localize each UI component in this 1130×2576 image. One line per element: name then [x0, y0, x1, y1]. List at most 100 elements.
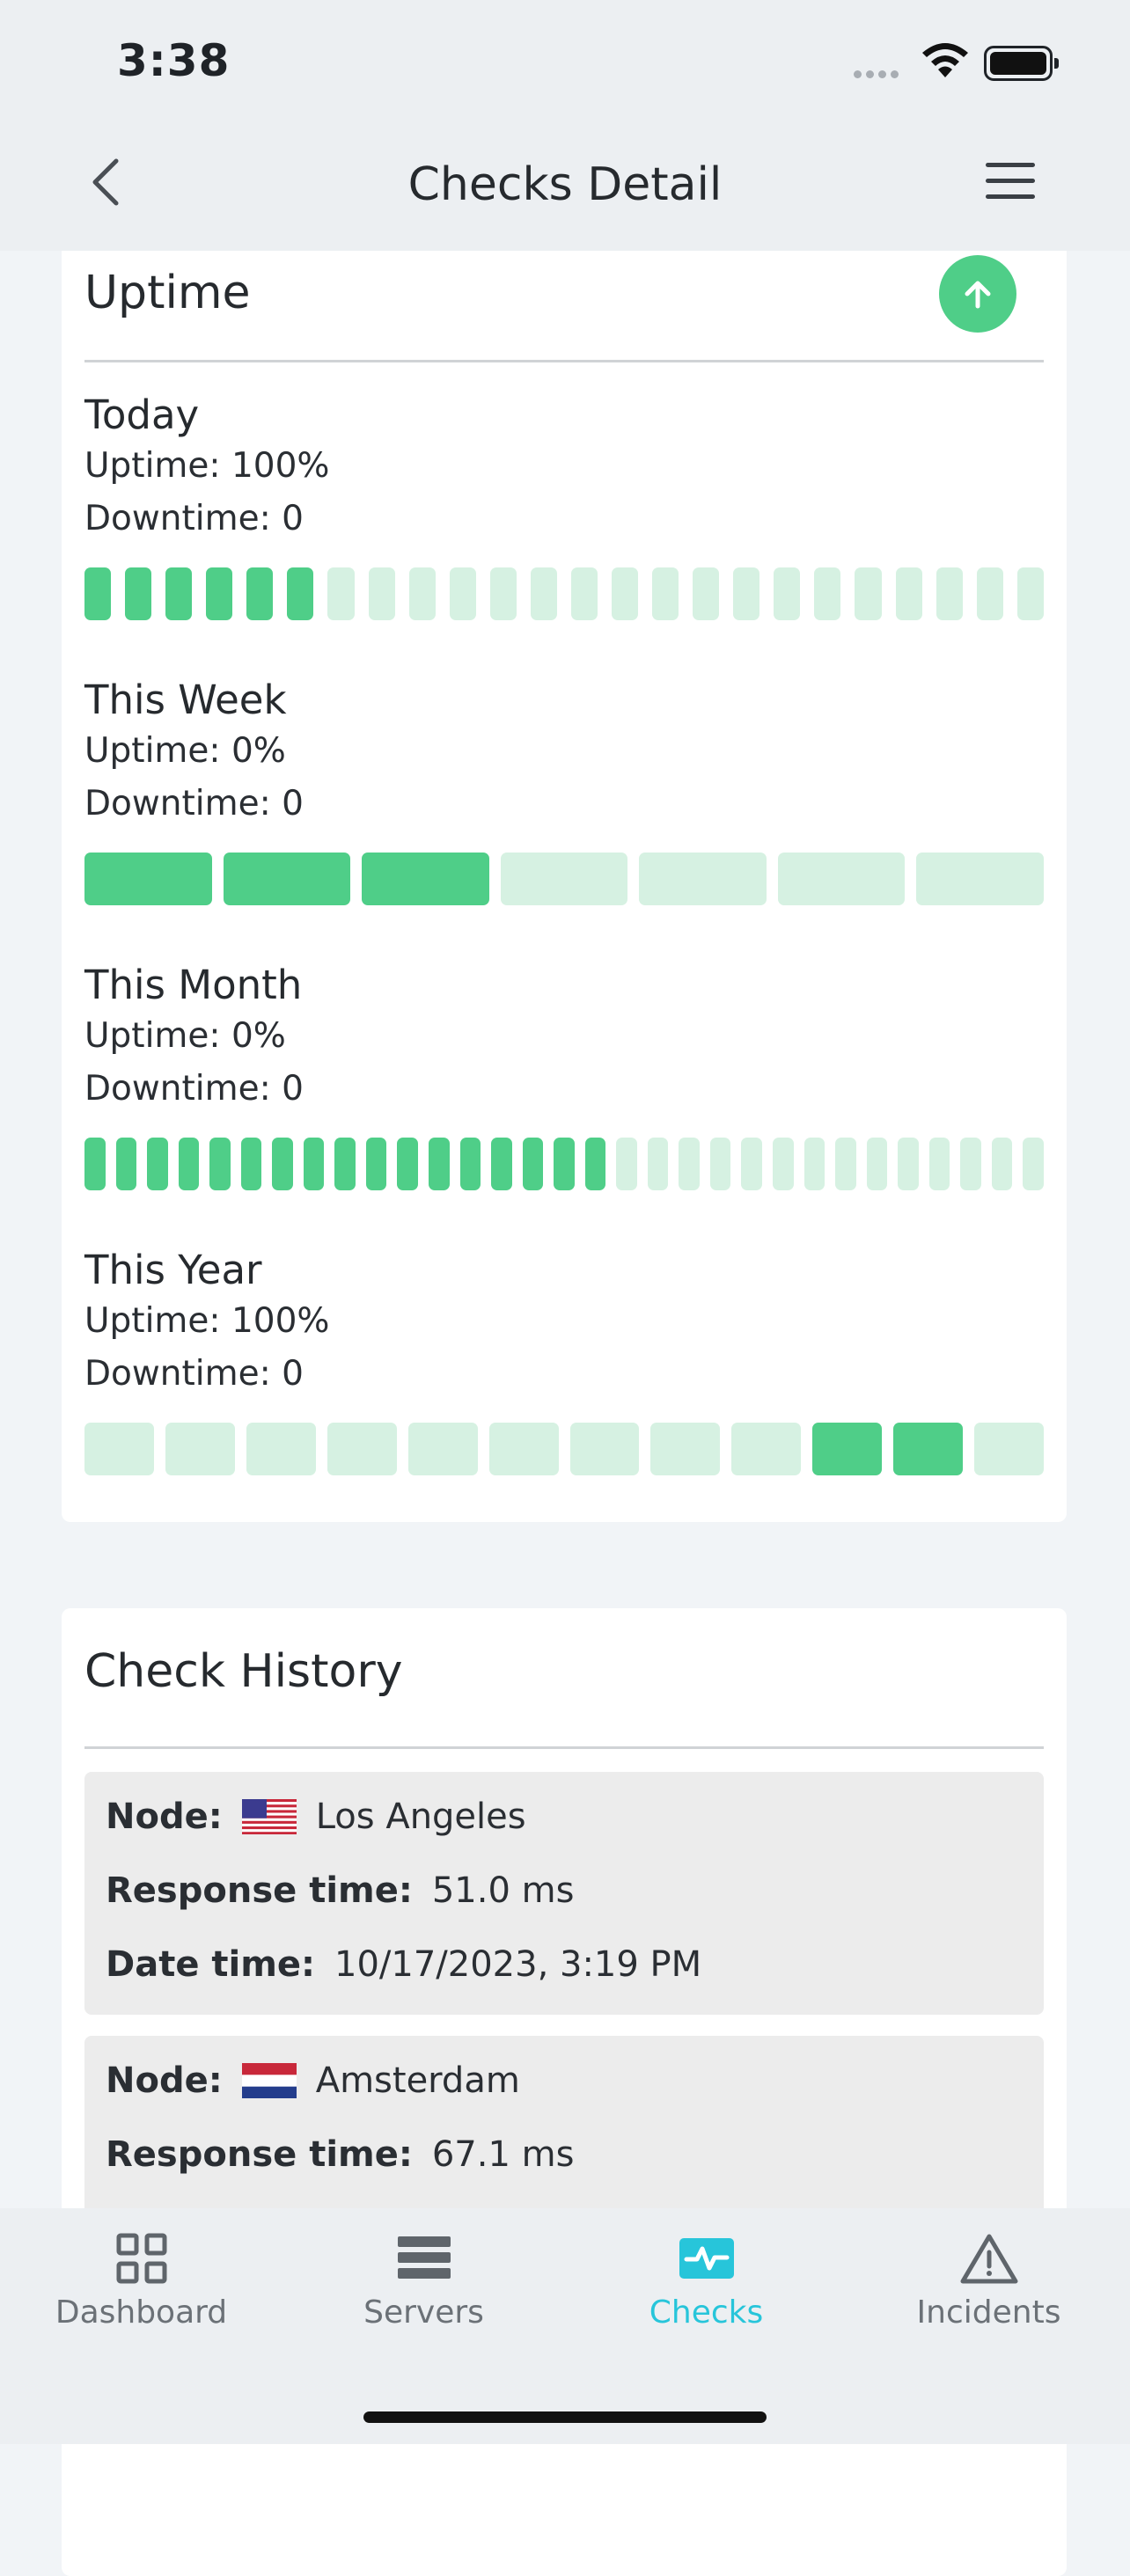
period-title: This Week [84, 677, 287, 723]
uptime-bar-empty [449, 567, 476, 620]
uptime-bar-empty [488, 1423, 559, 1475]
period-uptime: Uptime: 100% [84, 446, 330, 486]
uptime-bar-empty [855, 567, 882, 620]
uptime-bar-empty [777, 853, 906, 905]
menu-button[interactable] [986, 163, 1040, 203]
uptime-bar-up [554, 1138, 575, 1190]
date-row: Date time: 10/17/2023, 3:19 PM [106, 1944, 701, 1985]
uptime-bar-empty [733, 567, 760, 620]
uptime-bar-empty [500, 853, 628, 905]
tab-checks[interactable]: Checks [565, 2208, 848, 2367]
history-item[interactable]: Node: Los Angeles Response time: 51.0 ms… [84, 1772, 1044, 2015]
uptime-bar-up [147, 1138, 168, 1190]
uptime-divider [84, 360, 1044, 362]
warning-icon [960, 2234, 1017, 2284]
uptime-bar-empty [408, 567, 436, 620]
uptime-bar-up [84, 1138, 106, 1190]
uptime-bar-empty [84, 1423, 154, 1475]
grid-icon [116, 2233, 166, 2284]
uptime-bar-up [115, 1138, 137, 1190]
arrow-up-icon [965, 281, 991, 309]
period-downtime: Downtime: 0 [84, 784, 304, 823]
uptime-bar-empty [1023, 1138, 1044, 1190]
uptime-bar-empty [616, 1138, 637, 1190]
period-title: Today [84, 392, 200, 438]
uptime-bar-empty [774, 567, 801, 620]
uptime-bar-empty [650, 1423, 721, 1475]
pulse-icon [679, 2238, 734, 2279]
status-bar: 3:38 [0, 0, 1130, 128]
uptime-bar-empty [165, 1423, 235, 1475]
nl-flag-icon [241, 2063, 297, 2098]
uptime-bar-up [209, 1138, 231, 1190]
check-history-title: Check History [84, 1645, 403, 1698]
uptime-bar-empty [991, 1138, 1013, 1190]
period-downtime: Downtime: 0 [84, 1069, 304, 1109]
uptime-bar-empty [866, 1138, 888, 1190]
node-label: Node: [106, 1797, 223, 1837]
uptime-bar-empty [976, 567, 1003, 620]
uptime-bar-up [893, 1423, 964, 1475]
period-uptime: Uptime: 0% [84, 731, 286, 771]
page-title: Checks Detail [407, 158, 723, 211]
uptime-bar-empty [773, 1138, 794, 1190]
uptime-bar-up [206, 567, 233, 620]
uptime-bar-up [584, 1138, 606, 1190]
uptime-bar-empty [368, 567, 395, 620]
tab-servers[interactable]: Servers [282, 2208, 565, 2367]
tab-incidents[interactable]: Incidents [848, 2208, 1130, 2367]
uptime-bar-up [491, 1138, 512, 1190]
uptime-bar-empty [741, 1138, 763, 1190]
battery-icon [984, 46, 1059, 81]
response-label: Response time: [106, 2134, 413, 2175]
node-label: Node: [106, 2060, 223, 2101]
cellular-signal-icon [854, 70, 906, 79]
uptime-bar-empty [327, 1423, 397, 1475]
uptime-bar-empty [569, 1423, 640, 1475]
uptime-bar-up [334, 1138, 356, 1190]
uptime-bar-empty [835, 1138, 856, 1190]
uptime-bar-empty [895, 567, 922, 620]
uptime-bar-up [365, 1138, 387, 1190]
us-flag-icon [241, 1799, 297, 1834]
period-title: This Year [84, 1247, 262, 1293]
uptime-bar-empty [814, 567, 841, 620]
period-downtime: Downtime: 0 [84, 1354, 304, 1394]
uptime-bar-empty [652, 567, 679, 620]
uptime-bar-up [84, 853, 212, 905]
tab-label: Checks [649, 2294, 764, 2331]
uptime-bar-empty [916, 853, 1045, 905]
uptime-bar-empty [639, 853, 767, 905]
uptime-bar-empty [246, 1423, 316, 1475]
uptime-bar-empty [731, 1423, 802, 1475]
node-row: Node: Los Angeles [106, 1797, 526, 1837]
uptime-bar-empty [612, 567, 639, 620]
tab-bar: Dashboard Servers Checks Incidents [0, 2208, 1130, 2444]
uptime-bars [84, 567, 1044, 620]
uptime-bar-empty [647, 1138, 669, 1190]
uptime-card: Uptime Today Uptime: 100% Downtime: 0 Th… [62, 251, 1067, 1522]
uptime-bar-up [223, 853, 351, 905]
uptime-bar-up [84, 567, 112, 620]
uptime-bar-up [240, 1138, 262, 1190]
period-title: This Month [84, 962, 303, 1008]
uptime-bar-empty [407, 1423, 478, 1475]
uptime-bar-up [429, 1138, 450, 1190]
status-up-button[interactable] [939, 255, 1016, 333]
date-label: Date time: [106, 1944, 316, 1985]
uptime-bar-empty [1016, 567, 1044, 620]
tab-label: Servers [363, 2294, 484, 2331]
uptime-bar-up [397, 1138, 419, 1190]
status-time: 3:38 [117, 35, 231, 86]
tab-dashboard[interactable]: Dashboard [0, 2208, 282, 2367]
node-row: Node: Amsterdam [106, 2060, 520, 2101]
uptime-bars [84, 853, 1045, 905]
uptime-bar-empty [928, 1138, 950, 1190]
response-label: Response time: [106, 1870, 413, 1911]
response-row: Response time: 51.0 ms [106, 1870, 574, 1911]
uptime-bar-empty [530, 567, 557, 620]
uptime-bar-up [362, 853, 489, 905]
response-row: Response time: 67.1 ms [106, 2134, 574, 2175]
tab-label: Dashboard [55, 2294, 228, 2331]
home-indicator [363, 2411, 767, 2423]
